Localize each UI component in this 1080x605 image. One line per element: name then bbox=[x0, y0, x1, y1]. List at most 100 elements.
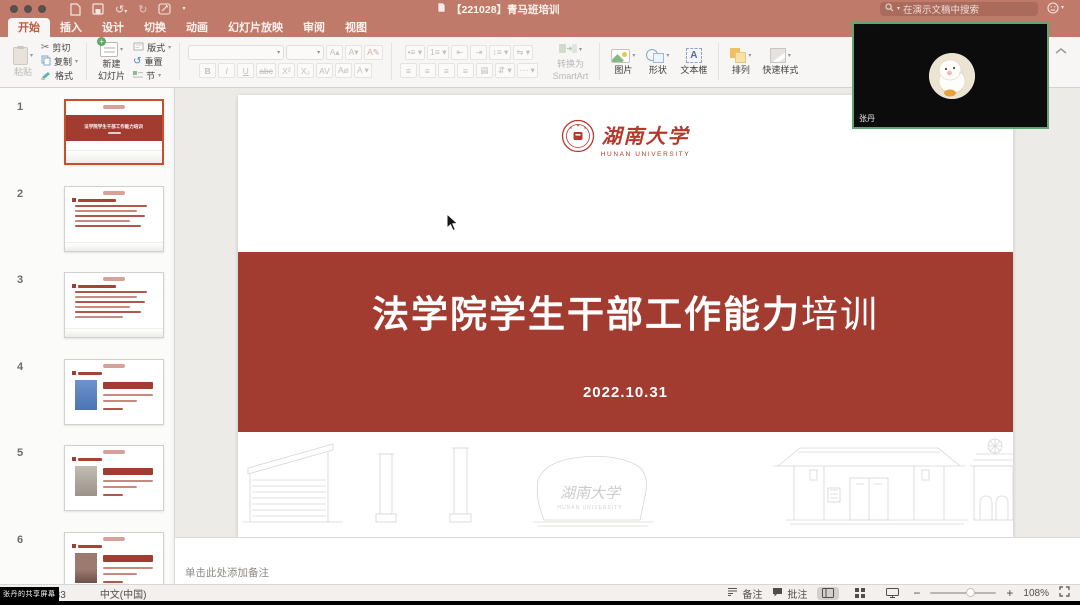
slide-thumbnail-2[interactable] bbox=[64, 186, 164, 252]
paste-clipboard-icon bbox=[13, 47, 28, 65]
layout-icon bbox=[133, 42, 144, 53]
format-painter-button[interactable]: 格式 bbox=[41, 69, 78, 82]
close-window-icon[interactable] bbox=[10, 5, 18, 13]
language-indicator[interactable]: 中文(中国) bbox=[100, 586, 147, 601]
font-effect-button-6[interactable]: AV bbox=[316, 63, 333, 78]
zoom-in-button[interactable]: + bbox=[1006, 586, 1013, 600]
slide-thumbnail-1[interactable]: 法学院学生干部工作能力培训 bbox=[64, 99, 164, 165]
slide-sorter-view-button[interactable] bbox=[849, 587, 871, 600]
arrange-group: ▾ 排列 ▾ 快速样式 bbox=[721, 40, 807, 83]
search-input[interactable]: ▾ 在演示文稿中搜索 bbox=[880, 2, 1038, 16]
paragraph-row-1-button-0[interactable]: •≡ ▾ bbox=[405, 45, 426, 60]
clear-formatting-button[interactable]: A✎ bbox=[364, 45, 383, 60]
reset-icon: ↺ bbox=[133, 56, 141, 67]
shrink-font-button[interactable]: A▾ bbox=[345, 45, 362, 60]
copy-button[interactable]: 复制▾ bbox=[41, 55, 78, 68]
slide-thumbnail-3[interactable] bbox=[64, 272, 164, 338]
font-effect-button-2[interactable]: U bbox=[237, 63, 254, 78]
notes-pane[interactable]: 单击此处添加备注 bbox=[175, 537, 1080, 584]
zoom-out-button[interactable]: − bbox=[913, 586, 920, 600]
font-effect-button-4[interactable]: X² bbox=[278, 63, 295, 78]
layout-button[interactable]: 版式▾ bbox=[133, 41, 171, 54]
tab-transitions[interactable]: 切换 bbox=[134, 18, 176, 37]
font-effect-button-7[interactable]: A⌀ bbox=[335, 63, 352, 78]
webcam-tile[interactable]: 张丹 bbox=[852, 22, 1049, 129]
undo-icon[interactable]: ↺▾ bbox=[115, 3, 127, 16]
font-effect-button-0[interactable]: B bbox=[199, 63, 216, 78]
slide-thumbnail-5[interactable] bbox=[64, 445, 164, 511]
convert-smartart-button[interactable]: ▾ 转换为 SmartArt bbox=[550, 42, 592, 81]
feedback-smiley-icon[interactable]: ▾ bbox=[1047, 2, 1064, 14]
format-painter-icon bbox=[41, 70, 52, 82]
paragraph-row-2-button-5[interactable]: ⇵ ▾ bbox=[495, 63, 515, 78]
slide-thumbnail-panel[interactable]: 1法学院学生干部工作能力培训23456 bbox=[0, 88, 175, 584]
notes-toggle-button[interactable]: 备注 bbox=[727, 586, 762, 601]
paragraph-row-1-button-5[interactable]: ⇋ ▾ bbox=[513, 45, 533, 60]
normal-view-button[interactable] bbox=[817, 587, 839, 600]
svg-text:湖南大学: 湖南大学 bbox=[560, 485, 622, 502]
tab-design[interactable]: 设计 bbox=[92, 18, 134, 37]
font-effect-button-3[interactable]: abc bbox=[256, 63, 276, 78]
notes-placeholder[interactable]: 单击此处添加备注 bbox=[185, 565, 269, 580]
cut-button[interactable]: ✂剪切 bbox=[41, 41, 78, 54]
logo-chinese-text: 湖南大学 bbox=[602, 120, 690, 149]
new-slide-button[interactable]: ▾ 新建 幻灯片 bbox=[95, 42, 128, 81]
participant-name: 张丹 bbox=[859, 113, 875, 124]
zoom-percentage[interactable]: 108% bbox=[1023, 588, 1049, 599]
paragraph-row-2-button-3[interactable]: ≡ bbox=[457, 63, 474, 78]
title-band[interactable]: 法学院学生干部工作能力培训 2022.10.31 bbox=[238, 252, 1013, 432]
paragraph-row-1-button-4[interactable]: ↕≡ ▾ bbox=[489, 45, 511, 60]
zoom-slider-knob[interactable] bbox=[966, 588, 975, 597]
font-color-button[interactable]: A ▾ bbox=[354, 63, 372, 78]
slide-canvas[interactable]: 湖南大学 HUNAN UNIVERSITY 法学院学生干部工作能力培训 2022… bbox=[175, 88, 1080, 537]
slide-editor[interactable]: 湖南大学 HUNAN UNIVERSITY 法学院学生干部工作能力培训 2022… bbox=[238, 95, 1013, 537]
textbox-button[interactable]: A 文本框 bbox=[677, 48, 710, 75]
paragraph-group: •≡ ▾1≡ ▾⇤⇥↕≡ ▾⇋ ▾ ≡≡≡≡▤⇵ ▾⋯ ▾ bbox=[394, 40, 544, 83]
collapse-ribbon-icon[interactable] bbox=[1055, 42, 1067, 60]
tab-home[interactable]: 开始 bbox=[8, 18, 50, 37]
tab-review[interactable]: 审阅 bbox=[293, 18, 335, 37]
thumbnail-number-5: 5 bbox=[17, 447, 23, 459]
paragraph-row-1-button-1[interactable]: 1≡ ▾ bbox=[427, 45, 449, 60]
grow-font-button[interactable]: A▴ bbox=[326, 45, 343, 60]
fullscreen-icon[interactable] bbox=[1059, 586, 1070, 600]
clipboard-group: ▾ 粘贴 ✂剪切 复制▾ 格式 bbox=[4, 40, 84, 83]
arrange-button[interactable]: ▾ 排列 bbox=[727, 48, 754, 75]
slide-thumbnail-4[interactable] bbox=[64, 359, 164, 425]
zoom-slider[interactable] bbox=[930, 592, 996, 594]
search-scope-caret-icon[interactable]: ▾ bbox=[897, 6, 900, 12]
paragraph-row-2-button-4[interactable]: ▤ bbox=[476, 63, 493, 78]
quick-styles-button[interactable]: ▾ 快速样式 bbox=[759, 48, 801, 75]
section-button[interactable]: 节▾ bbox=[133, 69, 171, 82]
mouse-cursor bbox=[446, 213, 459, 237]
tab-view[interactable]: 视图 bbox=[335, 18, 377, 37]
qat-customize-icon[interactable]: ▾ bbox=[182, 6, 185, 12]
redo-icon[interactable]: ↻ bbox=[138, 3, 147, 16]
paragraph-row-2-button-2[interactable]: ≡ bbox=[438, 63, 455, 78]
save-icon[interactable] bbox=[92, 3, 104, 15]
minimize-window-icon[interactable] bbox=[24, 5, 32, 13]
shapes-button[interactable]: ▾ 形状 bbox=[643, 48, 672, 75]
picture-button[interactable]: ▾ 图片 bbox=[608, 49, 638, 75]
draw-pen-icon[interactable] bbox=[158, 3, 171, 15]
paragraph-row-1-button-3[interactable]: ⇥ bbox=[470, 45, 487, 60]
paste-button[interactable]: ▾ 粘贴 bbox=[10, 47, 36, 77]
font-effect-button-5[interactable]: X₂ bbox=[297, 63, 314, 78]
screen-share-label: 张丹的共享屏幕 bbox=[0, 587, 59, 601]
reset-button[interactable]: ↺重置 bbox=[133, 55, 171, 68]
font-size-combo[interactable]: ▾ bbox=[286, 45, 324, 60]
font-effect-button-1[interactable]: I bbox=[218, 63, 235, 78]
paragraph-row-2-button-0[interactable]: ≡ bbox=[400, 63, 417, 78]
traffic-lights[interactable] bbox=[10, 5, 46, 13]
font-name-combo[interactable]: ▾ bbox=[188, 45, 284, 60]
paragraph-row-1-button-2[interactable]: ⇤ bbox=[451, 45, 468, 60]
paragraph-row-2-button-1[interactable]: ≡ bbox=[419, 63, 436, 78]
paragraph-row-2-button-6[interactable]: ⋯ ▾ bbox=[517, 63, 538, 78]
tab-animations[interactable]: 动画 bbox=[176, 18, 218, 37]
tab-slideshow[interactable]: 幻灯片放映 bbox=[218, 18, 293, 37]
tab-insert[interactable]: 插入 bbox=[50, 18, 92, 37]
zoom-window-icon[interactable] bbox=[38, 5, 46, 13]
new-document-icon[interactable] bbox=[70, 3, 81, 16]
slideshow-view-button[interactable] bbox=[881, 587, 903, 600]
comments-toggle-button[interactable]: 批注 bbox=[772, 586, 807, 601]
